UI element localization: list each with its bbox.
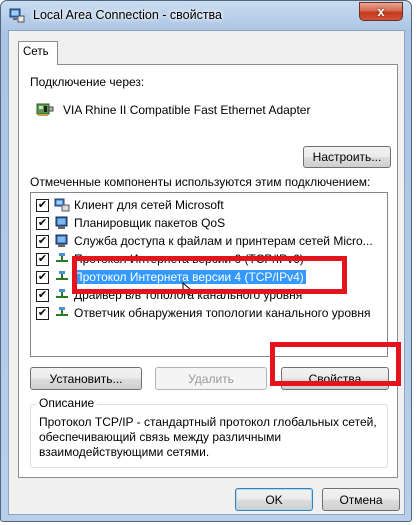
dialog-window: Local Area Connection - свойства x Сеть …	[0, 0, 412, 522]
list-item[interactable]: ✔ Ответчик обнаружения топологии канальн…	[31, 304, 387, 321]
tab-panel: Подключение через: VIA Rhine II Compatib…	[18, 64, 398, 478]
cancel-button[interactable]: Отмена	[322, 488, 400, 511]
network-connection-icon	[9, 8, 25, 23]
description-legend: Описание	[36, 396, 98, 410]
checkbox[interactable]: ✔	[36, 271, 49, 284]
protocol-icon	[56, 271, 68, 280]
list-item[interactable]: ✔ Планировщик пакетов QoS	[31, 214, 387, 231]
close-button[interactable]: x	[359, 2, 403, 21]
list-item-label: Планировщик пакетов QoS	[74, 216, 226, 230]
list-item[interactable]: ✔ Протокол Интернета версии 6 (TCP/IPv6)	[31, 250, 387, 267]
checkbox[interactable]: ✔	[36, 235, 49, 248]
close-icon: x	[377, 4, 385, 19]
ok-button[interactable]: OK	[235, 488, 313, 511]
configure-button-label: Настроить...	[312, 150, 382, 164]
list-item-label: Ответчик обнаружения топологии канальног…	[74, 306, 371, 320]
properties-button[interactable]: Свойства	[281, 367, 389, 390]
list-item-selected[interactable]: ✔ Протокол Интернета версии 4 (TCP/IPv4)	[31, 268, 387, 285]
uninstall-button[interactable]: Удалить	[155, 367, 267, 390]
list-item-label: Клиент для сетей Microsoft	[74, 198, 224, 212]
client-area: Сеть Подключение через: VIA Rhine II Com…	[8, 30, 405, 515]
install-button[interactable]: Установить...	[30, 367, 142, 390]
network-adapter-icon	[36, 103, 54, 116]
checkbox[interactable]: ✔	[36, 217, 49, 230]
connect-using-label: Подключение через:	[30, 75, 145, 89]
list-item[interactable]: ✔ Служба доступа к файлам и принтерам се…	[31, 232, 387, 249]
checkbox[interactable]: ✔	[36, 253, 49, 266]
list-item-label: Протокол Интернета версии 6 (TCP/IPv6)	[74, 252, 304, 266]
protocol-icon	[56, 289, 68, 298]
window-title: Local Area Connection - свойства	[33, 8, 223, 22]
tab-network-label: Сеть	[23, 46, 49, 58]
description-text: Протокол TCP/IP - стандартный протокол г…	[39, 415, 377, 459]
ok-button-label: OK	[265, 492, 283, 507]
properties-button-label: Свойства	[308, 371, 362, 386]
protocol-icon	[56, 253, 68, 262]
components-list[interactable]: ✔ Клиент для сетей Microsoft ✔ Планировщ…	[30, 192, 388, 357]
adapter-name: VIA Rhine II Compatible Fast Ethernet Ad…	[63, 103, 311, 117]
mouse-cursor-icon	[182, 282, 192, 296]
list-item[interactable]: ✔ Драйвер в/в тополога канального уровня	[31, 286, 387, 303]
cancel-button-label: Отмена	[339, 492, 383, 507]
install-button-label: Установить...	[49, 371, 123, 386]
uninstall-button-label: Удалить	[188, 371, 234, 386]
checkbox[interactable]: ✔	[36, 289, 49, 302]
tab-network[interactable]: Сеть	[18, 41, 58, 65]
protocol-icon	[56, 307, 68, 316]
list-item-label: Служба доступа к файлам и принтерам сете…	[74, 234, 373, 248]
checkbox[interactable]: ✔	[36, 307, 49, 320]
list-item[interactable]: ✔ Клиент для сетей Microsoft	[31, 196, 387, 213]
file-printer-sharing-icon	[55, 234, 68, 247]
checkbox[interactable]: ✔	[36, 199, 49, 212]
title-bar[interactable]: Local Area Connection - свойства x	[1, 1, 411, 29]
configure-button[interactable]: Настроить...	[303, 146, 391, 168]
components-label: Отмеченные компоненты используются этим …	[30, 175, 371, 189]
network-client-icon	[54, 198, 70, 212]
qos-scheduler-icon	[55, 216, 68, 229]
